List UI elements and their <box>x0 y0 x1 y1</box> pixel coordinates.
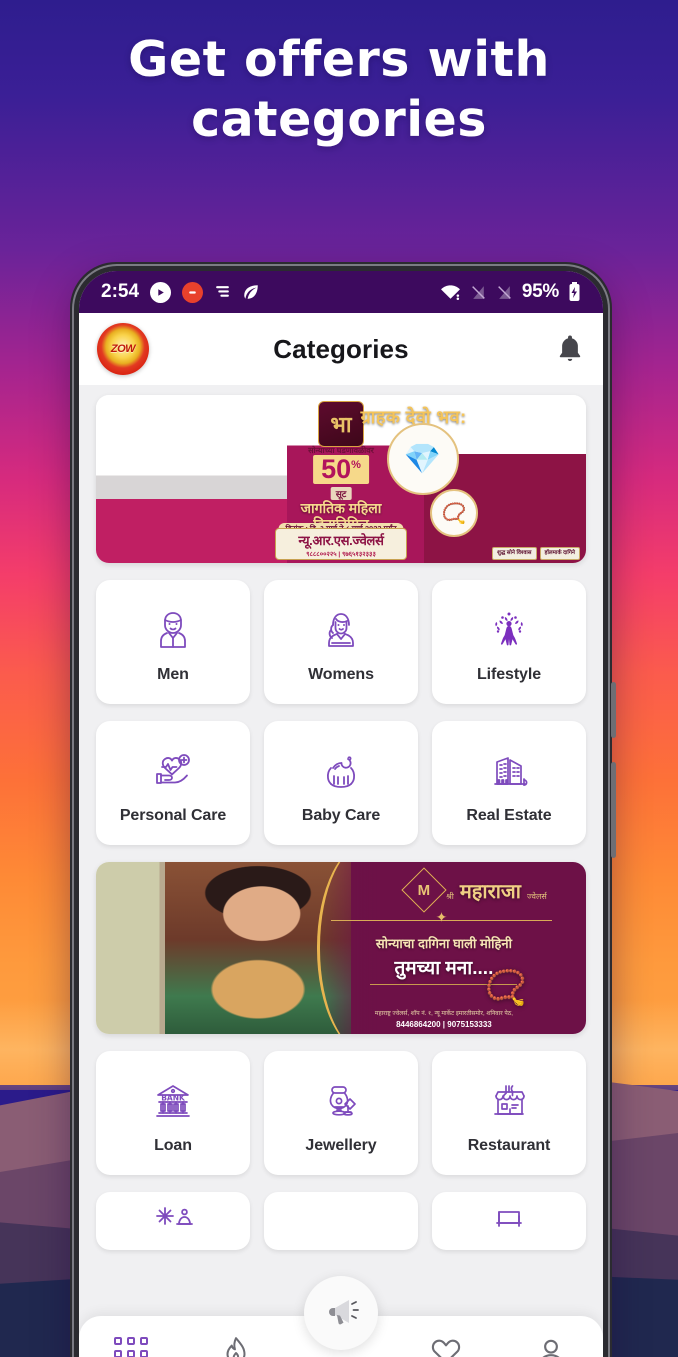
jewellery-offer-banner[interactable]: भा ग्राहक देवो भव: सोन्याच्या घडणावळीवर … <box>96 395 586 563</box>
flame-icon <box>219 1335 253 1357</box>
category-label: Restaurant <box>467 1136 551 1154</box>
maharaja-jewellers-banner[interactable]: M श्री महाराजा ज्वेलर्स सोन्याचा दागिना … <box>96 862 586 1034</box>
leaf-icon <box>242 283 260 301</box>
woman-avatar-icon <box>317 601 365 657</box>
banner2-tagline-1: सोन्याचा दागिना घाली मोहिनी <box>375 936 512 951</box>
promo-headline: Get offers with categories <box>0 30 678 150</box>
category-tile-real-estate[interactable]: Real Estate <box>432 721 586 845</box>
phone-mockup: 2:54 95% ZOW Categories भा ग्राहक देवो भ… <box>70 262 616 1357</box>
battery-charging-icon <box>568 282 581 302</box>
grid-icon <box>114 1337 149 1357</box>
category-label: Lifestyle <box>476 665 541 683</box>
category-row-1: Men Womens Lifestyle <box>96 580 586 704</box>
gold-necklace-icon: 📿 <box>484 969 528 1007</box>
restaurant-storefront-icon <box>485 1072 533 1128</box>
signal-off-icon <box>470 284 487 301</box>
banner1-shop: न्यू.आर.एस.ज्वेलर्स ९८८८००२२५ | ९७६५१३२३… <box>275 528 407 560</box>
earrings-icon: 💎 <box>386 423 459 495</box>
list-lines-icon <box>214 284 231 301</box>
firework-celebration-icon <box>149 1204 197 1244</box>
banner1-discount-suffix: सूट <box>330 487 352 500</box>
banner2-crest: M <box>401 867 447 913</box>
nav-favorites[interactable] <box>415 1328 477 1357</box>
battery-percent: 95% <box>521 281 559 302</box>
play-circle-icon <box>150 281 172 303</box>
banner1-discount: 50% <box>311 453 371 486</box>
heart-in-hand-icon <box>148 742 198 798</box>
banner2-address-block: महाराष्ट्र ज्वेलर्स, शॉप नं. १, न्यू मार… <box>326 1010 561 1030</box>
pendant-icon: 📿 <box>430 489 479 537</box>
baby-in-hands-icon <box>317 742 365 798</box>
category-tile-loan[interactable]: BANK Loan <box>96 1051 250 1175</box>
necklace-stand-icon <box>317 1072 365 1128</box>
category-label: Real Estate <box>466 806 552 824</box>
banner1-badges: शुद्ध सोने विश्वास हॉलमार्क दागिने <box>492 546 580 560</box>
category-tile-jewellery[interactable]: Jewellery <box>264 1051 418 1175</box>
page-title: Categories <box>273 333 409 364</box>
category-tile-men[interactable]: Men <box>96 580 250 704</box>
app-header: ZOW Categories <box>79 313 603 385</box>
category-tile-womens[interactable]: Womens <box>264 580 418 704</box>
nav-promote-fab[interactable] <box>304 1276 378 1350</box>
app-logo[interactable]: ZOW <box>97 323 149 375</box>
banner1-shop-name: न्यू.आर.एस.ज्वेलर्स <box>298 533 384 548</box>
category-tile-personal-care[interactable]: Personal Care <box>96 721 250 845</box>
banner2-ornament-top <box>331 920 552 921</box>
category-label: Loan <box>154 1136 192 1154</box>
buildings-icon <box>485 742 533 798</box>
banner2-brand: महाराजा <box>459 880 521 903</box>
nav-categories[interactable] <box>100 1328 162 1357</box>
status-bar: 2:54 95% <box>79 271 603 313</box>
category-tile-lifestyle[interactable]: Lifestyle <box>432 580 586 704</box>
app-logo-text: ZOW <box>110 343 136 355</box>
banner2-brand-suffix: ज्वेलर्स <box>526 892 547 901</box>
person-icon <box>534 1335 568 1357</box>
category-label: Baby Care <box>301 806 381 824</box>
man-avatar-icon <box>149 601 197 657</box>
nav-profile[interactable] <box>520 1328 582 1357</box>
heart-icon <box>429 1335 463 1357</box>
phone-screen: 2:54 95% ZOW Categories भा ग्राहक देवो भ… <box>79 271 603 1357</box>
category-tile-baby-care[interactable]: Baby Care <box>264 721 418 845</box>
banner2-brand-prefix: श्री <box>446 892 454 901</box>
signal-off-icon <box>496 284 513 301</box>
record-circle-icon <box>182 281 204 303</box>
banner2-address: महाराष्ट्र ज्वेलर्स, शॉप नं. १, न्यू मार… <box>374 1011 513 1018</box>
promo-headline-line2: categories <box>191 90 487 148</box>
category-tile-celebration[interactable] <box>96 1192 250 1250</box>
banner1-crest: भा <box>318 401 364 447</box>
banner1-badge-2: हॉलमार्क दागिने <box>539 546 580 560</box>
category-row-3: BANK Loan Jewellery Restaurant <box>96 1051 586 1175</box>
category-label: Womens <box>308 665 374 683</box>
banner1-shop-phone: ९८८८००२२५ | ९७६५१३२३३३ <box>306 551 376 558</box>
promo-headline-line1: Get offers with <box>128 31 550 88</box>
nav-trending[interactable] <box>205 1328 267 1357</box>
banner2-phone: 8446864200 | 9075153333 <box>396 1019 492 1029</box>
category-label: Personal Care <box>119 806 227 824</box>
megaphone-icon <box>321 1291 361 1336</box>
notification-bell-icon[interactable] <box>555 333 585 365</box>
wifi-icon <box>440 284 461 301</box>
furniture-icon <box>485 1204 533 1244</box>
category-tile-restaurant[interactable]: Restaurant <box>432 1051 586 1175</box>
category-row-2: Personal Care Baby Care Real Estate <box>96 721 586 845</box>
category-row-4 <box>96 1192 586 1250</box>
banner2-logo: M श्री महाराजा ज्वेलर्स <box>401 867 547 913</box>
category-tile-furniture[interactable] <box>432 1192 586 1250</box>
banner1-badge-1: शुद्ध सोने विश्वास <box>492 546 537 560</box>
status-time: 2:54 <box>101 281 140 302</box>
lifestyle-tree-person-icon <box>485 601 533 657</box>
categories-scroll-area[interactable]: भा ग्राहक देवो भव: सोन्याच्या घडणावळीवर … <box>79 385 603 1357</box>
category-label: Jewellery <box>305 1136 377 1154</box>
bank-building-icon: BANK <box>148 1072 198 1128</box>
category-label: Men <box>157 665 189 683</box>
category-tile-hidden[interactable] <box>264 1192 418 1250</box>
